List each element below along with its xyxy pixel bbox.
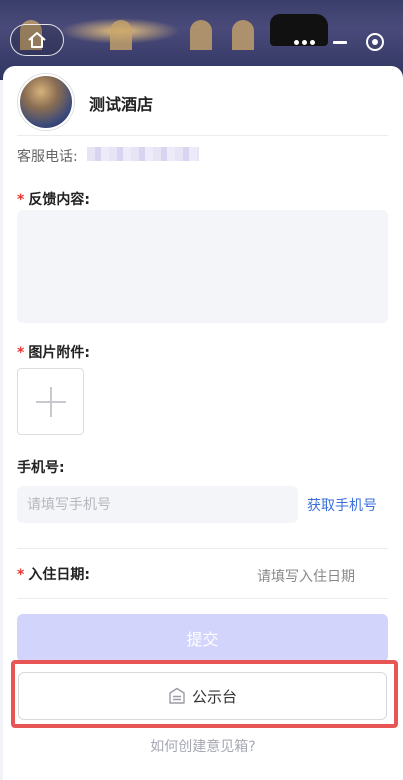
checkin-label: * 入住日期: (17, 564, 90, 584)
mini-program-capsule (285, 26, 393, 58)
more-dots-icon[interactable] (294, 39, 316, 45)
help-link[interactable]: 如何创建意见箱? (3, 736, 403, 756)
divider (17, 135, 388, 136)
attachment-label-text: 图片附件: (28, 345, 90, 361)
checkin-date-picker[interactable]: 请填写入住日期 (257, 566, 355, 586)
phone-input[interactable] (17, 486, 298, 523)
notice-board-icon (169, 687, 185, 704)
feedback-card: 测试酒店 客服电话: *反馈内容: *图片附件: 手机号: 获取手机号 *入住日… (3, 66, 403, 780)
service-phone-redacted (87, 147, 199, 161)
image-upload-button[interactable] (17, 368, 84, 435)
phone-label: 手机号: (17, 460, 65, 476)
required-mark: * (17, 192, 25, 208)
feedback-label: * 反馈内容: (17, 189, 90, 209)
required-mark: * (17, 345, 25, 361)
banner-arch (232, 20, 254, 50)
divider (17, 548, 388, 549)
notice-board-label: 公示台 (191, 687, 237, 706)
notice-board-button[interactable]: 公示台 (18, 672, 387, 720)
plus-icon (35, 386, 66, 417)
submit-button[interactable]: 提交 (17, 614, 388, 662)
close-target-icon[interactable] (365, 33, 384, 51)
checkin-label-text: 入住日期: (28, 567, 90, 583)
hotel-name: 测试酒店 (89, 95, 154, 114)
feedback-textarea[interactable] (17, 210, 388, 323)
home-button[interactable] (10, 24, 64, 56)
banner-arch (190, 20, 212, 50)
required-mark: * (17, 567, 25, 583)
attachment-label: * 图片附件: (17, 342, 90, 362)
minimize-icon[interactable] (333, 40, 348, 44)
home-icon (28, 32, 46, 48)
feedback-label-text: 反馈内容: (28, 192, 90, 208)
get-phone-link[interactable]: 获取手机号 (307, 495, 377, 515)
avatar (18, 74, 74, 130)
banner-arch (110, 20, 132, 50)
divider (17, 598, 388, 599)
service-phone-label: 客服电话: (17, 149, 78, 165)
